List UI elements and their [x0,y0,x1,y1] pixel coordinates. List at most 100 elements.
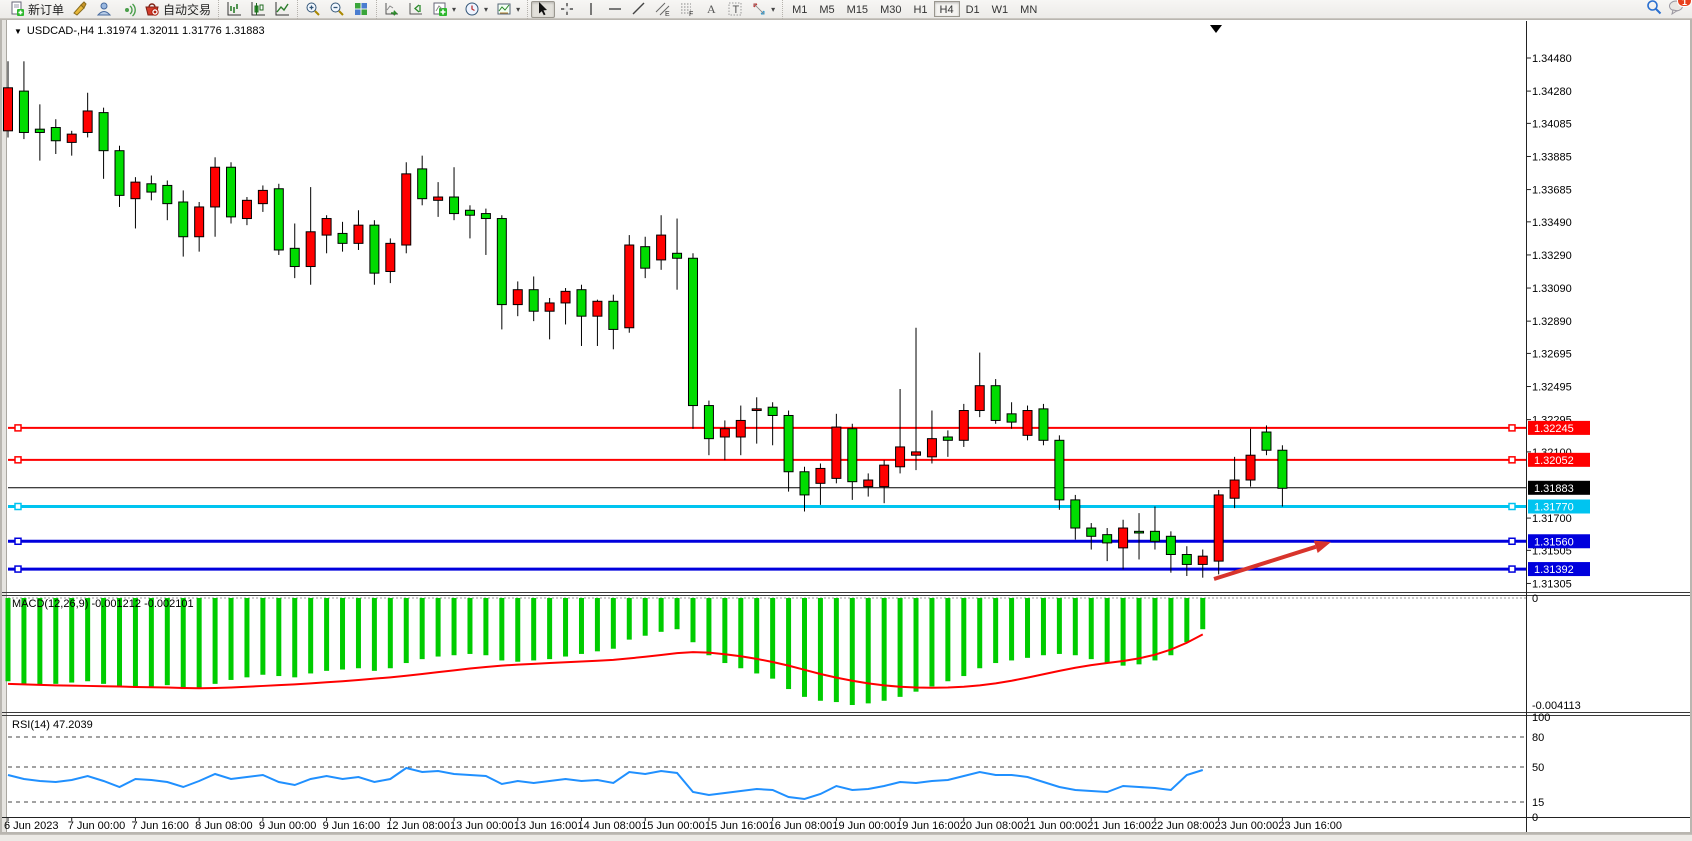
candle-down [991,386,1000,421]
time-tick-label[interactable]: 7 Jun 16:00 [131,820,189,832]
candle-up [354,225,363,243]
macd-histogram-bar [324,598,329,671]
candle-up [880,465,889,487]
time-tick-label[interactable]: 22 Jun 08:00 [1151,820,1215,832]
time-tick-label[interactable]: 19 Jun 16:00 [896,820,960,832]
price-tick-label: 1.34085 [1532,118,1572,130]
macd-histogram-bar [276,598,281,676]
candle-up [625,245,634,328]
trend-arrow-line[interactable] [1214,547,1316,579]
macd-histogram-bar [467,598,472,654]
candle-up [927,439,936,457]
time-tick-label[interactable]: 23 Jun 00:00 [1215,820,1279,832]
rsi-axis-label: 80 [1532,732,1544,744]
price-tick-label: 1.32890 [1532,316,1572,328]
line-handle[interactable] [1509,566,1515,572]
line-handle[interactable] [15,457,21,463]
time-tick-label[interactable]: 9 Jun 16:00 [323,820,381,832]
line-handle[interactable] [1509,457,1515,463]
candle-up [211,167,220,207]
line-handle[interactable] [15,504,21,510]
macd-histogram-bar [37,598,42,685]
time-tick-label[interactable]: 21 Jun 00:00 [1024,820,1088,832]
candle-down [1166,536,1175,554]
time-tick-label[interactable]: 13 Jun 00:00 [450,820,514,832]
price-tick-label: 1.31305 [1532,578,1572,590]
candle-down [1278,450,1287,488]
candle-down [99,113,108,151]
macd-histogram-bar [1121,598,1126,666]
candle-up [1214,495,1223,561]
time-tick-label[interactable]: 20 Jun 08:00 [960,820,1024,832]
macd-histogram-bar [850,598,855,705]
candle-down [688,258,697,405]
candle-down [641,247,650,269]
line-handle[interactable] [1509,538,1515,544]
macd-histogram-bar [834,598,839,702]
macd-histogram-bar [1025,598,1030,658]
candle-down [450,197,459,214]
macd-histogram-bar [1089,598,1094,659]
time-tick-label[interactable]: 13 Jun 16:00 [514,820,578,832]
candle-down [338,233,347,243]
macd-histogram-bar [1009,598,1014,660]
time-tick-label[interactable]: 12 Jun 08:00 [386,820,450,832]
time-tick-label[interactable]: 19 Jun 00:00 [832,820,896,832]
candle-up [561,291,570,303]
price-tick-label: 1.33685 [1532,185,1572,197]
macd-histogram-bar [818,598,823,701]
candle-down [290,248,299,266]
candle-down [481,214,490,219]
macd-histogram-bar [579,598,584,654]
trend-arrow-head[interactable] [1314,541,1331,553]
chart-symbol-label[interactable]: ▼ USDCAD-,H4 1.31974 1.32011 1.31776 1.3… [14,25,265,37]
macd-histogram-bar [515,598,520,662]
candle-up [896,447,905,467]
macd-histogram-bar [1200,598,1205,629]
macd-histogram-bar [993,598,998,663]
macd-histogram-bar [1041,598,1046,655]
macd-histogram-bar [21,598,26,684]
rsi-line [8,768,1203,799]
time-tick-label[interactable]: 6 Jun 2023 [4,820,58,832]
macd-histogram-bar [1105,598,1110,663]
line-handle[interactable] [1509,425,1515,431]
candle-down [1135,531,1144,533]
macd-histogram-bar [1073,598,1078,655]
price-tick-label: 1.33490 [1532,217,1572,229]
time-tick-label[interactable]: 7 Jun 00:00 [68,820,126,832]
time-tick-label[interactable]: 23 Jun 16:00 [1278,820,1342,832]
macd-histogram-bar [436,598,441,657]
line-handle[interactable] [15,538,21,544]
time-tick-label[interactable]: 21 Jun 16:00 [1087,820,1151,832]
time-tick-label[interactable]: 15 Jun 16:00 [705,820,769,832]
macd-axis-label: 0 [1532,593,1538,605]
price-tick-label: 1.32695 [1532,348,1572,360]
candle-down [609,301,618,329]
candle-down [1182,555,1191,565]
candle-down [227,167,236,217]
time-tick-label[interactable]: 8 Jun 08:00 [195,820,253,832]
macd-histogram-bar [404,598,409,663]
candle-down [577,290,586,316]
candle-up [83,111,92,133]
macd-histogram-bar [101,598,106,684]
time-tick-label[interactable]: 15 Jun 00:00 [641,820,705,832]
candle-down [1103,535,1112,543]
chart-canvas[interactable]: 1.344801.342801.340851.338851.336851.334… [0,0,1692,841]
line-handle[interactable] [15,566,21,572]
macd-histogram-bar [802,598,807,697]
rsi-axis-label: 50 [1532,762,1544,774]
line-handle[interactable] [15,425,21,431]
line-handle[interactable] [1509,504,1515,510]
time-tick-label[interactable]: 16 Jun 08:00 [769,820,833,832]
chart-shift-marker[interactable] [1210,25,1222,33]
collapse-triangle-icon[interactable]: ▼ [14,27,22,36]
time-tick-label[interactable]: 9 Jun 00:00 [259,820,317,832]
macd-histogram-bar [133,598,138,688]
macd-histogram-bar [1184,598,1189,642]
price-tick-label: 1.34480 [1532,53,1572,65]
candle-up [975,386,984,411]
candle-up [306,232,315,267]
time-tick-label[interactable]: 14 Jun 08:00 [577,820,641,832]
